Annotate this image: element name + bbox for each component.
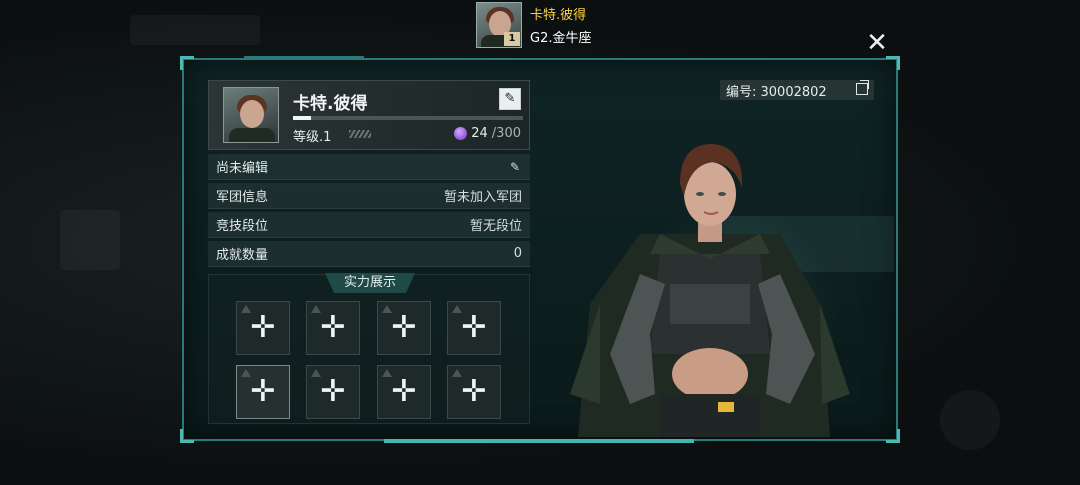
close-x-icon[interactable]: ✕ (864, 30, 890, 56)
edit-name-button[interactable]: ✎ (499, 88, 521, 110)
character-figure (570, 144, 850, 437)
plus-icon: ✛ (461, 374, 487, 409)
signature-label: 尚未编辑 (216, 161, 269, 176)
plus-icon: ✛ (320, 374, 346, 409)
background-panel (130, 15, 260, 45)
background-panel (60, 210, 120, 270)
showcase-section: 实力展示 ✛ ✛ ✛ ✛ ✛ ✛ ✛ ✛ (208, 273, 530, 424)
pencil-icon[interactable]: ✎ (510, 161, 522, 173)
player-name: 卡特.彼得 (293, 94, 368, 114)
showcase-slot[interactable]: ✛ (377, 365, 431, 419)
plus-icon: ✛ (391, 374, 417, 409)
background-panel (940, 390, 1000, 450)
achievement-row[interactable]: 成就数量 0 (208, 241, 530, 267)
arena-rank-value: 暂无段位 (469, 219, 522, 234)
showcase-slot[interactable]: ✛ (447, 365, 501, 419)
top-avatar[interactable]: 1 (476, 2, 522, 48)
level-decoration (349, 130, 371, 138)
character-portrait (530, 104, 894, 437)
xp-fill (293, 116, 312, 120)
header-player-name: 卡特.彼得 (530, 8, 587, 23)
energy-gem-icon (454, 127, 468, 140)
top-player-header: 1 卡特.彼得 G2.金牛座 (476, 2, 591, 48)
plus-icon: ✛ (391, 310, 417, 345)
profile-card: 卡特.彼得 ✎ 等级.1 24/300 (208, 80, 530, 150)
plus-icon: ✛ (320, 310, 346, 345)
plus-icon: ✛ (250, 374, 276, 409)
legion-value: 暂未加入军团 (443, 190, 522, 205)
showcase-slot[interactable]: ✛ (236, 365, 290, 419)
xp-bar (293, 116, 523, 120)
showcase-title: 实力展示 (325, 273, 415, 293)
achievement-label: 成就数量 (216, 248, 269, 263)
copy-icon[interactable] (856, 80, 869, 95)
signature-row[interactable]: 尚未编辑 ✎ (208, 154, 530, 180)
avatar-level-badge: 1 (504, 32, 520, 46)
header-rank: G2.金牛座 (530, 31, 592, 46)
showcase-slot[interactable]: ✛ (306, 365, 360, 419)
legion-row[interactable]: 军团信息 暂未加入军团 (208, 183, 530, 209)
profile-panel: 卡特.彼得 ✎ 等级.1 24/300 尚未编辑 ✎ 军团信息 暂未加入军团 竞… (180, 56, 900, 443)
player-id-box: 编号: 30002802 (720, 80, 874, 100)
showcase-slot[interactable]: ✛ (447, 301, 501, 355)
player-id: 编号: 30002802 (726, 84, 827, 100)
arena-rank-row[interactable]: 竞技段位 暂无段位 (208, 212, 530, 238)
showcase-slot[interactable]: ✛ (236, 301, 290, 355)
energy-max: /300 (491, 126, 521, 141)
energy-current: 24 (471, 126, 488, 141)
plus-icon: ✛ (250, 310, 276, 345)
panel-bottom-accent (384, 439, 694, 443)
avatar[interactable] (223, 87, 279, 143)
legion-label: 军团信息 (216, 190, 269, 205)
plus-icon: ✛ (461, 310, 487, 345)
pencil-icon: ✎ (504, 91, 516, 106)
arena-rank-label: 竞技段位 (216, 219, 269, 234)
achievement-value: 0 (513, 246, 522, 261)
energy-counter: 24/300 (454, 126, 521, 141)
level-label: 等级.1 (293, 130, 332, 145)
showcase-slot[interactable]: ✛ (306, 301, 360, 355)
showcase-slot[interactable]: ✛ (377, 301, 431, 355)
